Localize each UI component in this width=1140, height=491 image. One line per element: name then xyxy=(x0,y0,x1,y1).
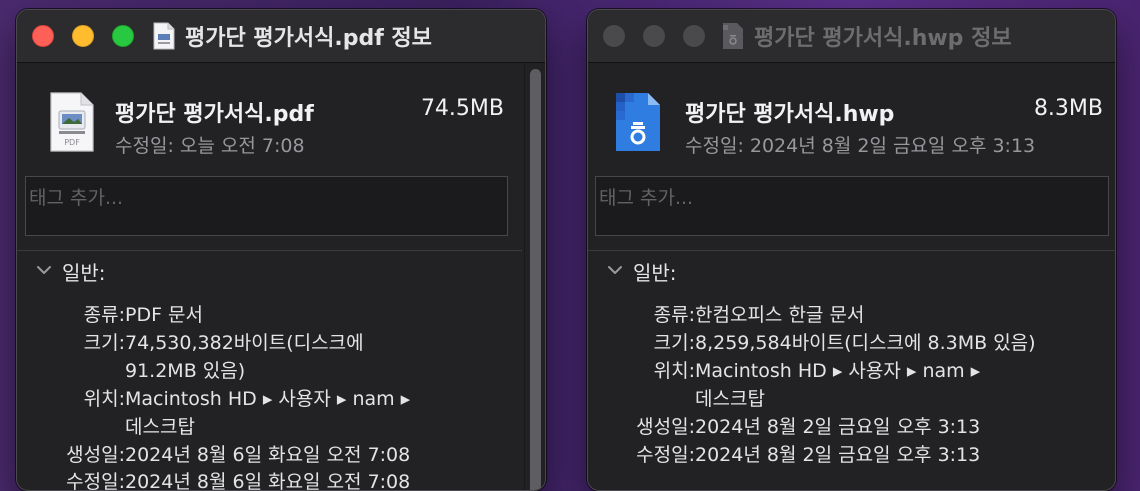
tags-input[interactable]: 태그 추가... xyxy=(25,176,508,236)
modified-label: 수정일: xyxy=(66,471,125,491)
where-value: Macintosh HD ▸ 사용자 ▸ nam ▸ xyxy=(125,388,411,410)
info-content: 평가단 평가서식.hwp 8.3MB 수정일: 2024년 8월 2일 금요일 … xyxy=(588,63,1115,490)
created-value: 2024년 8월 6일 화요일 오전 7:08 xyxy=(125,444,411,466)
size-label: 크기: xyxy=(653,332,695,354)
scrollbar[interactable] xyxy=(524,63,545,490)
kind-label: 종류: xyxy=(83,304,125,326)
where-value-line2: 데스크탑 xyxy=(695,388,765,410)
close-button[interactable] xyxy=(32,25,54,47)
divider xyxy=(588,250,1115,251)
hwp-info-window: 평가단 평가서식.hwp 정보 평가단 평가서식.hwp 8.3MB 수정일: … xyxy=(587,9,1116,491)
file-name: 평가단 평가서식.pdf xyxy=(115,102,314,127)
kind-label: 종류: xyxy=(653,304,695,326)
chevron-down-icon[interactable] xyxy=(606,261,624,279)
modified-value: 2024년 8월 6일 화요일 오전 7:08 xyxy=(125,471,411,491)
modified-value: 2024년 8월 2일 금요일 오후 3:13 xyxy=(695,444,981,466)
minimize-button[interactable] xyxy=(72,25,94,47)
info-content: PDF 평가단 평가서식.pdf 74.5MB 수정일: 오늘 오전 7:08 … xyxy=(17,63,545,490)
modified-summary: 수정일: 2024년 8월 2일 금요일 오후 3:13 xyxy=(685,135,1036,157)
created-label: 생성일: xyxy=(636,416,695,438)
size-label: 크기: xyxy=(83,332,125,354)
size-value: 8,259,584바이트(디스크에 8.3MB 있음) xyxy=(695,332,1036,354)
where-label: 위치: xyxy=(653,360,695,382)
window-title-text: 평가단 평가서식.pdf 정보 xyxy=(185,26,432,51)
hwp-document-icon[interactable] xyxy=(722,22,744,50)
file-name: 평가단 평가서식.hwp xyxy=(685,102,895,127)
section-general-title[interactable]: 일반: xyxy=(62,257,106,286)
divider xyxy=(17,250,522,251)
minimize-button[interactable] xyxy=(643,25,665,47)
kind-value: PDF 문서 xyxy=(125,304,204,326)
size-value: 74,530,382바이트(디스크에 xyxy=(125,332,364,354)
scrollbar-thumb[interactable] xyxy=(530,69,541,490)
close-button[interactable] xyxy=(603,25,625,47)
chevron-down-icon[interactable] xyxy=(35,261,53,279)
pdf-document-icon[interactable] xyxy=(153,22,175,50)
hwp-file-icon[interactable] xyxy=(612,91,662,153)
titlebar[interactable]: 평가단 평가서식.hwp 정보 xyxy=(588,10,1115,63)
pdf-icon-label: PDF xyxy=(64,138,80,147)
where-label: 위치: xyxy=(83,388,125,410)
created-label: 생성일: xyxy=(66,444,125,466)
titlebar[interactable]: 평가단 평가서식.pdf 정보 xyxy=(17,10,545,63)
file-size: 8.3MB xyxy=(1033,96,1103,121)
window-title: 평가단 평가서식.hwp 정보 xyxy=(722,10,1012,62)
tags-placeholder: 태그 추가... xyxy=(29,187,124,209)
size-value-line2: 91.2MB 있음) xyxy=(125,360,246,382)
kind-value: 한컴오피스 한글 문서 xyxy=(695,304,865,326)
window-title-text: 평가단 평가서식.hwp 정보 xyxy=(754,26,1012,51)
where-value-line2: 데스크탑 xyxy=(125,416,195,438)
where-value: Macintosh HD ▸ 사용자 ▸ nam ▸ xyxy=(695,360,981,382)
file-size: 74.5MB xyxy=(420,96,504,121)
created-value: 2024년 8월 2일 금요일 오후 3:13 xyxy=(695,416,981,438)
pdf-file-icon[interactable]: PDF xyxy=(47,91,97,153)
section-general-title[interactable]: 일반: xyxy=(633,257,677,286)
pdf-info-window: 평가단 평가서식.pdf 정보 PDF 평가단 평가서식.pdf 74.5MB … xyxy=(16,9,546,491)
zoom-button[interactable] xyxy=(683,25,705,47)
tags-input[interactable]: 태그 추가... xyxy=(595,176,1109,236)
modified-summary: 수정일: 오늘 오전 7:08 xyxy=(115,135,305,157)
tags-placeholder: 태그 추가... xyxy=(599,187,694,209)
zoom-button[interactable] xyxy=(112,25,134,47)
window-title: 평가단 평가서식.pdf 정보 xyxy=(153,10,432,62)
modified-label: 수정일: xyxy=(636,444,695,466)
